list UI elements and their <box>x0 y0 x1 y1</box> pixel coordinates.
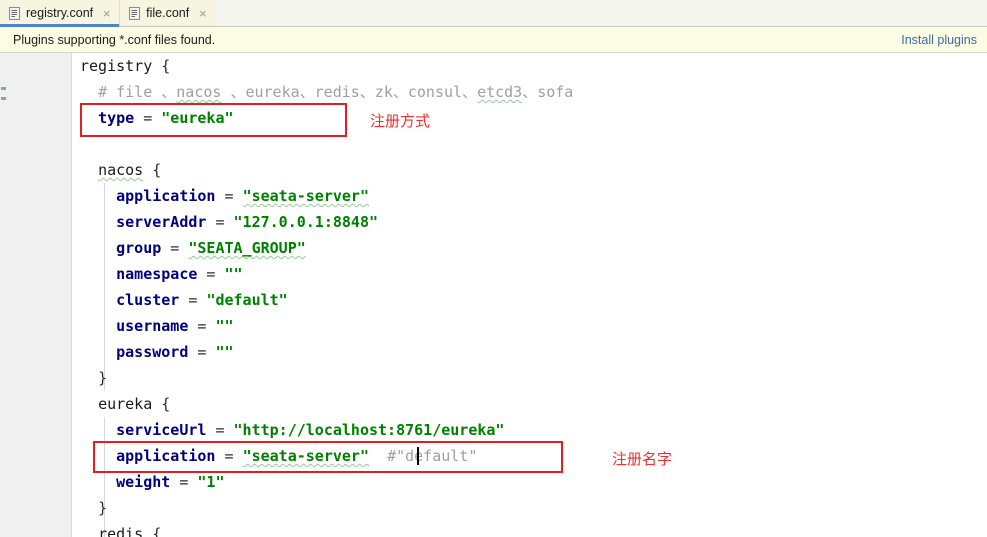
marker-mark <box>1 97 6 100</box>
marker-mark <box>1 87 6 90</box>
token-comment-word: nacos <box>176 83 222 101</box>
token-operator: = <box>134 109 162 127</box>
token-key: cluster <box>116 291 180 309</box>
tab-label: file.conf <box>146 6 190 20</box>
code-line[interactable]: application = "seata-server" <box>72 183 987 209</box>
token-comment: 、eureka、redis、zk、consul、 <box>221 83 478 101</box>
annotation-label-register-name: 注册名字 <box>612 450 673 468</box>
token-key: application <box>116 447 216 465</box>
token-comment: #"default" <box>387 447 478 465</box>
editor-gutter[interactable] <box>9 53 72 537</box>
code-line[interactable]: } <box>72 365 987 391</box>
token-string: "127.0.0.1:8848" <box>233 213 379 231</box>
code-line[interactable]: serverAddr = "127.0.0.1:8848" <box>72 209 987 235</box>
file-icon <box>9 6 20 20</box>
token-key: redis <box>98 525 144 537</box>
close-icon[interactable]: × <box>197 7 208 20</box>
tab-label: registry.conf <box>26 6 94 20</box>
code-line[interactable]: nacos { <box>72 157 987 183</box>
token-string: "1" <box>197 473 225 491</box>
token-key: type <box>98 109 135 127</box>
code-line[interactable]: registry { <box>72 53 987 79</box>
token-key: password <box>116 343 189 361</box>
code-line[interactable]: cluster = "default" <box>72 287 987 313</box>
code-content[interactable]: registry { # file 、nacos 、eureka、redis、z… <box>72 53 987 537</box>
token-key: eureka <box>98 395 153 413</box>
token-key: serverAddr <box>116 213 207 231</box>
token-brace: } <box>98 369 108 387</box>
plugin-notification-bar: Plugins supporting *.conf files found. I… <box>0 27 987 53</box>
token-operator: = <box>188 343 216 361</box>
token-comment: 、sofa <box>522 83 574 101</box>
code-line[interactable]: password = "" <box>72 339 987 365</box>
token-string: "" <box>215 343 234 361</box>
token-operator: = <box>179 291 207 309</box>
token-key: namespace <box>116 265 198 283</box>
file-icon <box>129 6 141 20</box>
token-operator: = <box>215 447 243 465</box>
install-plugins-link[interactable]: Install plugins <box>901 33 977 47</box>
token-comment-word: etcd3 <box>477 83 523 101</box>
code-line[interactable] <box>72 131 987 157</box>
token-string: "" <box>224 265 243 283</box>
token-key: registry <box>80 57 153 75</box>
code-line[interactable]: # file 、nacos 、eureka、redis、zk、consul、et… <box>72 79 987 105</box>
code-line[interactable]: type = "eureka" <box>72 105 987 131</box>
token-comment: # file 、 <box>98 83 177 101</box>
token-operator: = <box>170 473 198 491</box>
token-string: "default" <box>206 291 288 309</box>
tab-file-conf[interactable]: file.conf × <box>120 0 216 26</box>
token-key: nacos <box>98 161 144 179</box>
token-brace: { <box>161 57 171 75</box>
code-line-current[interactable]: application = "seata-server" #"default" <box>72 443 987 469</box>
token-key: application <box>116 187 216 205</box>
token-operator: = <box>197 265 225 283</box>
text-caret <box>417 447 419 465</box>
token-operator: = <box>206 213 234 231</box>
token-brace: { <box>143 161 162 179</box>
token-operator: = <box>161 239 189 257</box>
code-line[interactable]: } <box>72 495 987 521</box>
close-icon[interactable]: × <box>101 7 112 20</box>
editor-tab-bar: registry.conf × file.conf × <box>0 0 987 27</box>
token-key: username <box>116 317 189 335</box>
token-brace: } <box>98 499 108 517</box>
token-string: "seata-server" <box>242 187 369 205</box>
token-operator: = <box>188 317 216 335</box>
token-brace <box>152 57 161 75</box>
token-string: "seata-server" <box>242 447 369 465</box>
token-brace: { <box>143 525 162 537</box>
annotation-label-register-type: 注册方式 <box>370 112 431 130</box>
code-line[interactable]: group = "SEATA_GROUP" <box>72 235 987 261</box>
code-editor[interactable]: 1 2 3 4 5 6 7 8 9 10 11 12 13 14 15 16 1… <box>0 53 987 537</box>
code-line[interactable]: redis { <box>72 521 987 537</box>
tab-registry-conf[interactable]: registry.conf × <box>0 0 120 27</box>
token-operator: = <box>206 421 234 439</box>
token-string: "http://localhost:8761/eureka" <box>233 421 505 439</box>
code-line[interactable]: weight = "1" <box>72 469 987 495</box>
code-line[interactable]: eureka { <box>72 391 987 417</box>
token-key: weight <box>116 473 171 491</box>
token-string: "eureka" <box>161 109 234 127</box>
token-string: "SEATA_GROUP" <box>188 239 306 257</box>
token-string: "" <box>215 317 234 335</box>
notification-message: Plugins supporting *.conf files found. <box>13 32 216 47</box>
token-brace: { <box>152 395 171 413</box>
code-line[interactable]: namespace = "" <box>72 261 987 287</box>
code-line[interactable]: username = "" <box>72 313 987 339</box>
token-operator: = <box>215 187 243 205</box>
code-line[interactable]: serviceUrl = "http://localhost:8761/eure… <box>72 417 987 443</box>
token-key: group <box>116 239 162 257</box>
token-key: serviceUrl <box>116 421 207 439</box>
